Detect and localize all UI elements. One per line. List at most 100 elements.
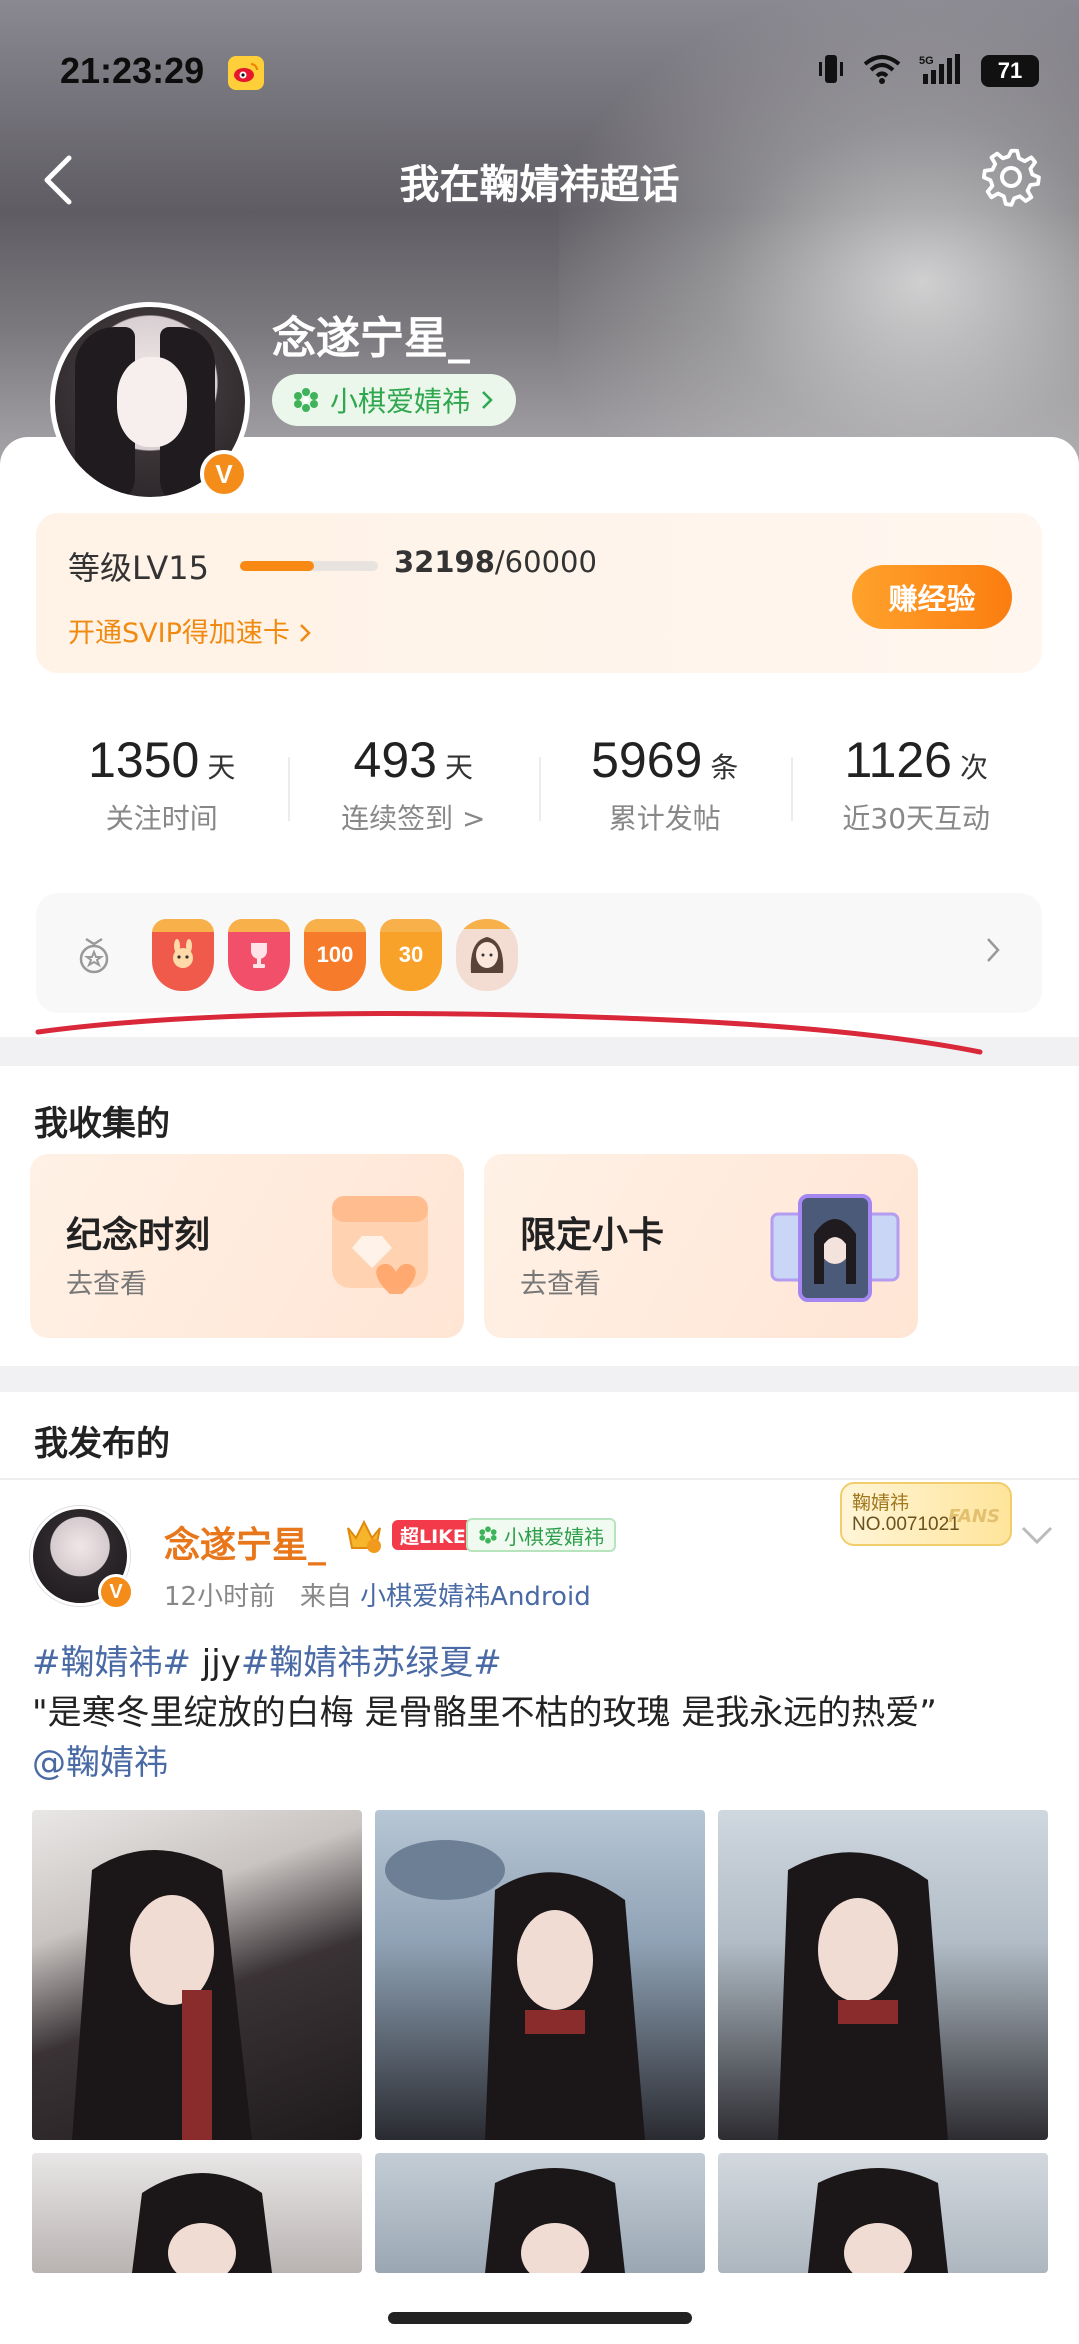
stat-value: 493 [353, 732, 437, 788]
gear-icon [981, 148, 1041, 207]
topic-tag-label: 小棋爱婧祎 [330, 385, 471, 418]
post-photo[interactable] [32, 1810, 362, 2140]
mention[interactable]: @鞠婧祎 [32, 1743, 168, 1783]
post-quote: "是寒冬里绽放的白梅 是骨骼里不枯的玫瑰 是我永远的热爱” [32, 1693, 937, 1733]
avatar-badge [456, 919, 518, 991]
post-photo[interactable] [718, 1810, 1048, 2140]
card-title: 限定小卡 [520, 1215, 665, 1256]
rabbit-icon [173, 939, 193, 968]
settings-button[interactable] [979, 144, 1045, 210]
level-box: 等级LV15 32198/60000 开通SVIP得加速卡 赚经验 [36, 513, 1042, 673]
battery-indicator: 71 [981, 55, 1039, 87]
post-photo[interactable] [375, 1810, 705, 2140]
stat-unit: 次 [960, 751, 989, 784]
rabbit-badge [152, 919, 214, 991]
stat-value: 5969 [591, 732, 703, 788]
100-days-badge: 100 [304, 919, 366, 991]
stat-unit: 天 [207, 751, 236, 784]
stat-value: 1126 [844, 732, 952, 788]
nav-bar: 我在鞠婧祎超话 [0, 130, 1079, 230]
stat-total-posts: 5969 条 累计发帖 [539, 699, 791, 869]
card-subtitle: 去查看 [520, 1269, 601, 1300]
verified-badge: V [98, 1574, 134, 1610]
super-like-tag: 超LIKE [392, 1520, 474, 1550]
status-time: 21:23:29 [60, 50, 205, 91]
memorial-moments-card[interactable]: 纪念时刻 去查看 [30, 1154, 464, 1338]
30-days-badge: 30 [380, 919, 442, 991]
post-author-name[interactable]: 念遂宁星_ [164, 1516, 326, 1568]
earn-exp-button[interactable]: 赚经验 [852, 565, 1012, 629]
flower-icon [479, 1526, 497, 1544]
hashtag[interactable]: #鞠婧祎# [32, 1643, 191, 1683]
stat-label: 近30天互动 [842, 802, 991, 835]
username[interactable]: 念遂宁星_ [272, 302, 470, 366]
fans-badge-name: 鞠婧祎 [852, 1492, 910, 1514]
girl-avatar-icon [470, 937, 504, 973]
fans-badge-word: FANS [948, 1506, 1000, 1527]
svip-link-label: 开通SVIP得加速卡 [68, 618, 290, 649]
fan-tag-label: 小棋爱婧祎 [504, 1524, 604, 1549]
level-label: 等级LV15 [68, 549, 209, 587]
photo-cards-icon [770, 1194, 900, 1302]
post-photo[interactable] [32, 2153, 362, 2273]
chevron-right-icon [987, 938, 1000, 962]
stat-label: 累计发帖 [608, 802, 721, 835]
wifi-icon [863, 54, 901, 88]
status-bar: 21:23:29 5G 71 [0, 0, 1079, 140]
chevron-right-icon [300, 624, 312, 642]
stat-unit: 条 [710, 751, 739, 784]
weibo-app-icon [228, 56, 264, 90]
fans-number-badge: 鞠婧祎 NO.0071021 FANS [840, 1482, 1012, 1546]
profile-card: 等级LV15 32198/60000 开通SVIP得加速卡 赚经验 1350 天 … [0, 437, 1079, 1037]
chevron-down-icon[interactable] [1019, 1524, 1055, 1546]
stat-label: 连续签到 > [341, 802, 486, 835]
status-icons: 5G 71 [817, 52, 1039, 90]
exp-total: /60000 [494, 545, 597, 579]
exp-text: 32198/60000 [394, 545, 597, 579]
stat-checkin-days[interactable]: 493 天 连续签到 > [287, 699, 540, 869]
post-source[interactable]: 小棋爱婧祎Android [360, 1582, 591, 1612]
stat-label: 关注时间 [105, 802, 218, 835]
stats-row: 1350 天 关注时间 493 天 连续签到 > 5969 条 累计发帖 1126 次 … [36, 699, 1042, 869]
post-meta: 12小时前 来自 小棋爱婧祎Android [164, 1576, 591, 1613]
topic-tag[interactable]: 小棋爱婧祎 [272, 374, 517, 426]
posts-title: 我发布的 [34, 1424, 170, 1464]
post-text-inline: jjy [190, 1643, 241, 1683]
vibrate-icon [817, 52, 845, 90]
flower-icon [294, 388, 318, 412]
cellular-signal-icon: 5G [919, 52, 963, 90]
svip-link[interactable]: 开通SVIP得加速卡 [68, 611, 312, 650]
crown-icon [347, 1519, 381, 1553]
svg-text:5G: 5G [919, 55, 934, 67]
posts-section: 我发布的 V 念遂宁星_ 超LIKE 小棋爱婧祎 12小时前 来自 小棋爱婧祎A… [0, 1392, 1079, 2344]
post-from-label: 来自 [299, 1582, 352, 1612]
exp-progress-fill [240, 561, 315, 571]
fan-group-tag[interactable]: 小棋爱婧祎 [466, 1518, 616, 1552]
stat-value: 1350 [88, 732, 200, 788]
stat-interactions: 1126 次 近30天互动 [790, 699, 1043, 869]
badges-row[interactable]: 100 30 [36, 893, 1042, 1013]
exp-progress-bar [240, 561, 378, 571]
page-title: 我在鞠婧祎超话 [399, 162, 680, 208]
home-indicator[interactable] [388, 2312, 692, 2324]
limited-cards-card[interactable]: 限定小卡 去查看 [484, 1154, 918, 1338]
trophy-icon [251, 943, 267, 968]
exp-current: 32198 [394, 545, 495, 579]
post-photo[interactable] [375, 2153, 705, 2273]
medal-outline-icon [79, 937, 109, 974]
stat-unit: 天 [444, 751, 473, 784]
calendar-heart-icon [332, 1196, 428, 1294]
stat-follow-days: 1350 天 关注时间 [36, 699, 288, 869]
trophy-badge [228, 919, 290, 991]
collections-section: 我收集的 纪念时刻 去查看 限定小卡 去查看 [0, 1066, 1079, 1366]
collections-title: 我收集的 [34, 1104, 170, 1144]
post-photo[interactable] [718, 2153, 1048, 2273]
chevron-right-icon [482, 391, 493, 409]
divider [0, 1478, 1079, 1480]
fans-badge-number: NO.0071021 [852, 1514, 960, 1535]
card-subtitle: 去查看 [66, 1269, 147, 1300]
card-title: 纪念时刻 [66, 1215, 211, 1256]
post-time: 12小时前 [164, 1582, 276, 1612]
verified-badge: V [200, 450, 248, 498]
hashtag[interactable]: #鞠婧祎苏绿夏# [241, 1643, 502, 1683]
